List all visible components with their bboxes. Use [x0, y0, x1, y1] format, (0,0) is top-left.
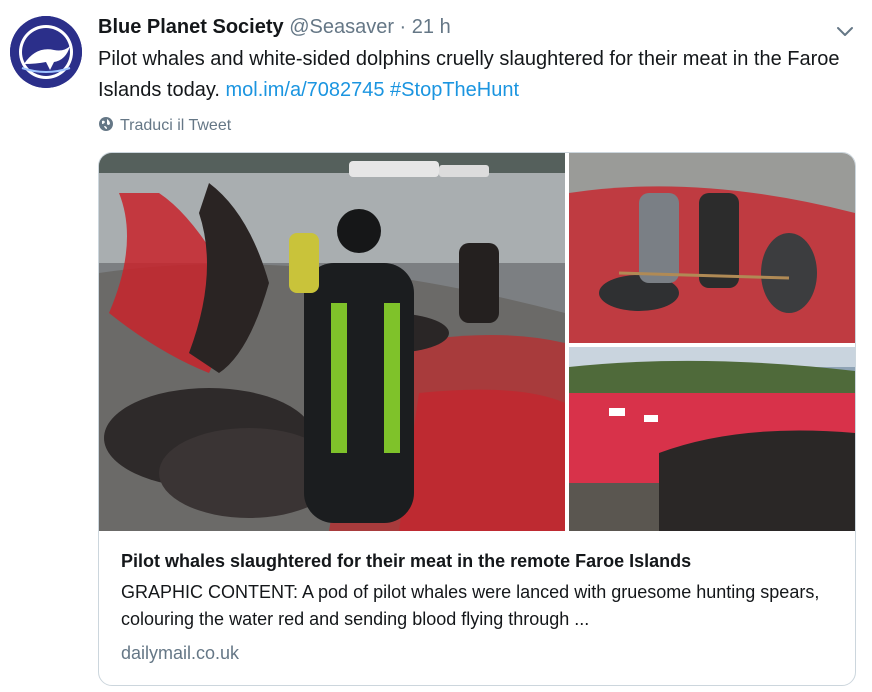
tweet-header: Blue Planet Society @Seasaver · 21 h: [98, 14, 451, 40]
globe-icon: [98, 116, 114, 137]
link-card[interactable]: Pilot whales slaughtered for their meat …: [98, 152, 856, 686]
avatar[interactable]: [10, 16, 82, 88]
tweet-timestamp[interactable]: 21 h: [412, 16, 451, 38]
header-separator: ·: [399, 16, 407, 38]
author-handle[interactable]: @Seasaver: [289, 16, 394, 38]
photo-right-top: [569, 153, 855, 343]
card-description: GRAPHIC CONTENT: A pod of pilot whales w…: [121, 582, 820, 629]
author-name[interactable]: Blue Planet Society: [98, 16, 284, 38]
avatar-logo: [10, 16, 82, 88]
tweet-link[interactable]: mol.im/a/7082745: [226, 79, 385, 101]
card-title[interactable]: Pilot whales slaughtered for their meat …: [121, 549, 841, 573]
tweet-hashtag[interactable]: #StopTheHunt: [390, 79, 519, 101]
photo-left: [99, 153, 565, 531]
translate-tweet-link[interactable]: Traduci il Tweet: [98, 114, 231, 138]
card-domain: dailymail.co.uk: [121, 643, 240, 663]
card-media-collage: [99, 153, 855, 531]
photo-right-bottom: [569, 347, 855, 531]
chevron-down-icon[interactable]: [832, 18, 858, 44]
card-body: Pilot whales slaughtered for their meat …: [121, 549, 841, 665]
translate-label: Traduci il Tweet: [120, 117, 232, 134]
tweet-text: Pilot whales and white-sided dolphins cr…: [98, 44, 858, 106]
